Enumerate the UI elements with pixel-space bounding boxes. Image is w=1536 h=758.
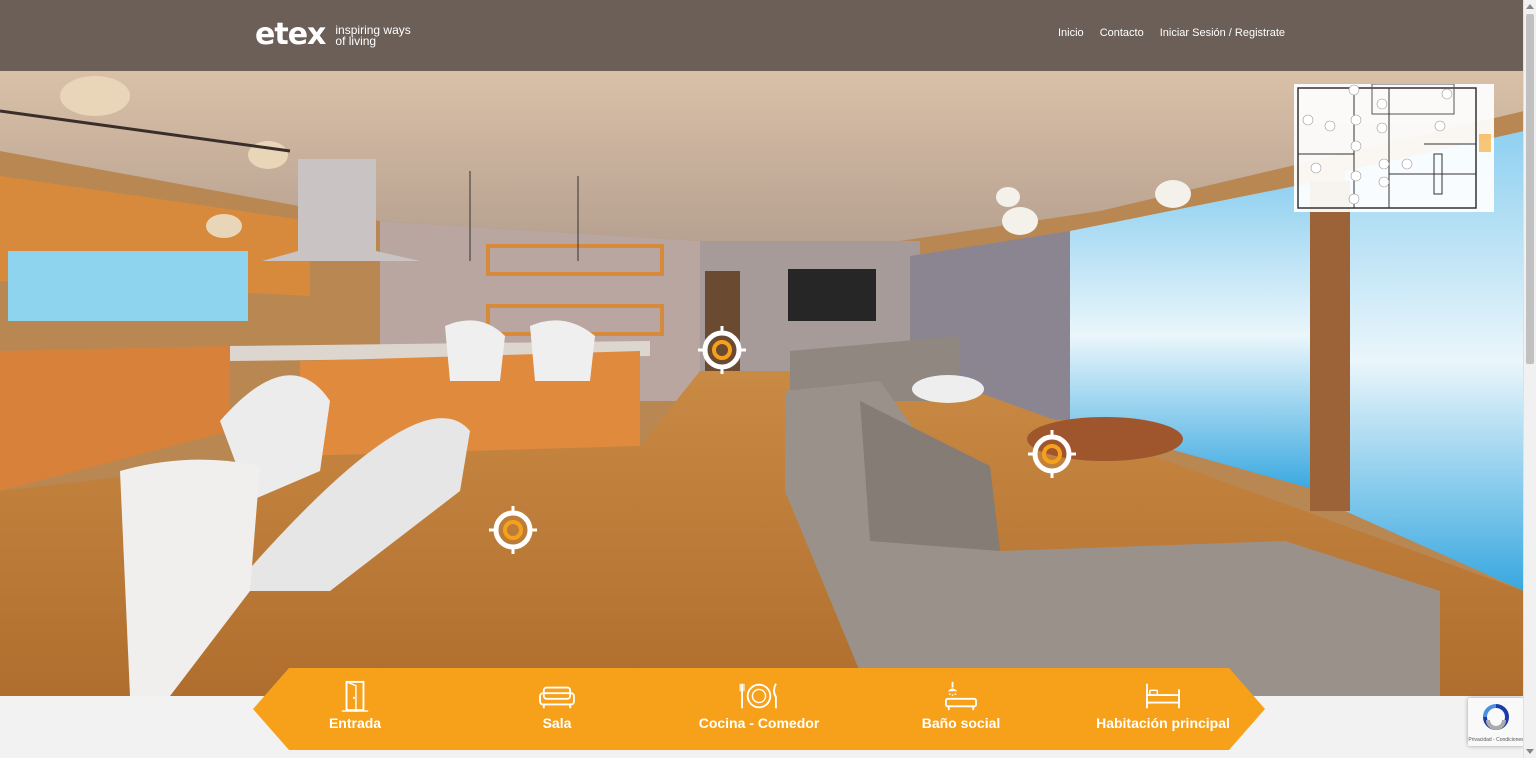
plate-cutlery-icon bbox=[739, 683, 777, 709]
hotspot-hallway[interactable] bbox=[698, 326, 746, 374]
etex-logo[interactable]: etex inspiring ways of living bbox=[255, 20, 411, 50]
floor-plan-image bbox=[1297, 83, 1512, 209]
bed-icon bbox=[1146, 683, 1180, 709]
hotspot-dining[interactable] bbox=[489, 506, 537, 554]
shower-icon bbox=[945, 681, 977, 711]
target-icon bbox=[1028, 430, 1076, 478]
hotspot-living[interactable] bbox=[1028, 430, 1076, 478]
page-scrollbar[interactable] bbox=[1523, 0, 1536, 758]
scroll-up-icon[interactable] bbox=[1526, 4, 1534, 9]
room-cocina-comedor[interactable]: Cocina - Comedor bbox=[658, 668, 860, 750]
top-navbar: etex inspiring ways of living Inicio Con… bbox=[0, 0, 1524, 71]
door-icon bbox=[341, 680, 369, 712]
target-icon bbox=[489, 506, 537, 554]
logo-tagline: inspiring ways of living bbox=[335, 24, 410, 48]
room-habitacion-principal[interactable]: Habitación principal bbox=[1062, 668, 1264, 750]
tagline-line2: of living bbox=[335, 34, 377, 48]
scroll-down-icon[interactable] bbox=[1526, 749, 1534, 754]
room-label: Entrada bbox=[328, 715, 382, 731]
logo-mark: etex bbox=[255, 17, 326, 52]
recaptcha-text: Privacidad - Condiciones bbox=[1468, 737, 1524, 743]
room-label: Cocina - Comedor bbox=[698, 715, 820, 731]
room-navigation-bar: Entrada Sala Cocina - Comedor Baño socia… bbox=[253, 668, 1265, 750]
target-icon bbox=[698, 326, 746, 374]
room-bano-social[interactable]: Baño social bbox=[860, 668, 1062, 750]
floor-plan-minimap[interactable] bbox=[1294, 83, 1512, 212]
room-entrada[interactable]: Entrada bbox=[254, 668, 456, 750]
nav-login-register[interactable]: Iniciar Sesión / Registrate bbox=[1160, 27, 1285, 39]
sofa-icon bbox=[539, 686, 575, 709]
room-sala[interactable]: Sala bbox=[456, 668, 658, 750]
nav-inicio[interactable]: Inicio bbox=[1058, 27, 1084, 39]
scroll-thumb[interactable] bbox=[1526, 14, 1534, 364]
room-label: Habitación principal bbox=[1096, 715, 1230, 731]
recaptcha-badge[interactable]: Privacidad - Condiciones bbox=[1468, 698, 1524, 746]
recaptcha-icon bbox=[1483, 704, 1509, 730]
room-label: Baño social bbox=[921, 715, 1001, 731]
nav-contacto[interactable]: Contacto bbox=[1100, 27, 1144, 39]
room-label: Sala bbox=[542, 715, 572, 731]
main-nav: Inicio Contacto Iniciar Sesión / Registr… bbox=[1058, 27, 1285, 39]
